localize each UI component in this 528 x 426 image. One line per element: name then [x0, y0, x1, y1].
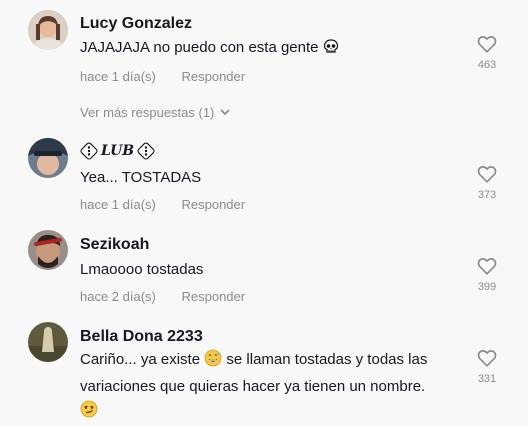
username[interactable]: Bella Dona 2233: [80, 328, 203, 346]
view-more-replies[interactable]: Ver más respuestas (1): [80, 105, 230, 120]
heart-outline-icon: [477, 36, 497, 53]
chevron-down-icon: [220, 109, 230, 116]
comment-time: hace 2 día(s): [80, 289, 156, 304]
avatar[interactable]: [28, 10, 68, 50]
like-count: 463: [477, 59, 497, 71]
comment-text: JAJAJAJA no puedo con esta gente: [80, 36, 460, 63]
like-count: 399: [477, 281, 497, 293]
avatar[interactable]: [28, 322, 68, 362]
comment-meta: hace 2 día(s) Responder: [80, 289, 245, 304]
grinning-sweat-emoji-icon: [204, 349, 222, 375]
heart-outline-icon: [477, 350, 497, 367]
heart-outline-icon: [477, 258, 497, 275]
comment-meta: hace 1 día(s) Responder: [80, 197, 245, 212]
view-more-label: Ver más respuestas (1): [80, 105, 215, 120]
dice-icon: [137, 142, 155, 160]
like-count: 331: [477, 373, 497, 385]
comment-item: Sezikoah Lmaoooo tostadas hace 2 día(s) …: [0, 222, 528, 312]
like-count: 373: [477, 189, 497, 201]
reply-button[interactable]: Responder: [182, 289, 246, 304]
reply-button[interactable]: Responder: [182, 197, 246, 212]
comment-text: Yea... TOSTADAS: [80, 169, 202, 186]
skull-icon: [323, 39, 339, 63]
username[interactable]: Sezikoah: [80, 236, 149, 254]
comment-item: Bella Dona 2233 Cariño... ya existe se l…: [0, 314, 528, 425]
like-button[interactable]: 399: [472, 257, 502, 293]
comment-time: hace 1 día(s): [80, 69, 156, 84]
like-button[interactable]: 373: [472, 165, 502, 201]
smirk-emoji-icon: [80, 400, 98, 426]
heart-outline-icon: [477, 166, 497, 183]
comment-meta: hace 1 día(s) Responder: [80, 69, 245, 84]
comment-item: LUB Yea... TOSTADAS hace 1 día(s) Respon…: [0, 130, 528, 220]
avatar[interactable]: [28, 230, 68, 270]
username-text: LUB: [101, 143, 135, 159]
username[interactable]: Lucy Gonzalez: [80, 15, 192, 33]
like-button[interactable]: 331: [472, 349, 502, 385]
comment-item: Lucy Gonzalez JAJAJAJA no puedo con esta…: [0, 0, 528, 120]
dice-icon: [80, 142, 98, 160]
username[interactable]: LUB: [80, 142, 155, 160]
comment-text: Cariño... ya existe se llaman tostadas y…: [80, 348, 460, 426]
reply-button[interactable]: Responder: [182, 69, 246, 84]
comment-text: Lmaoooo tostadas: [80, 261, 204, 278]
comment-time: hace 1 día(s): [80, 197, 156, 212]
avatar[interactable]: [28, 138, 68, 178]
like-button[interactable]: 463: [472, 35, 502, 71]
